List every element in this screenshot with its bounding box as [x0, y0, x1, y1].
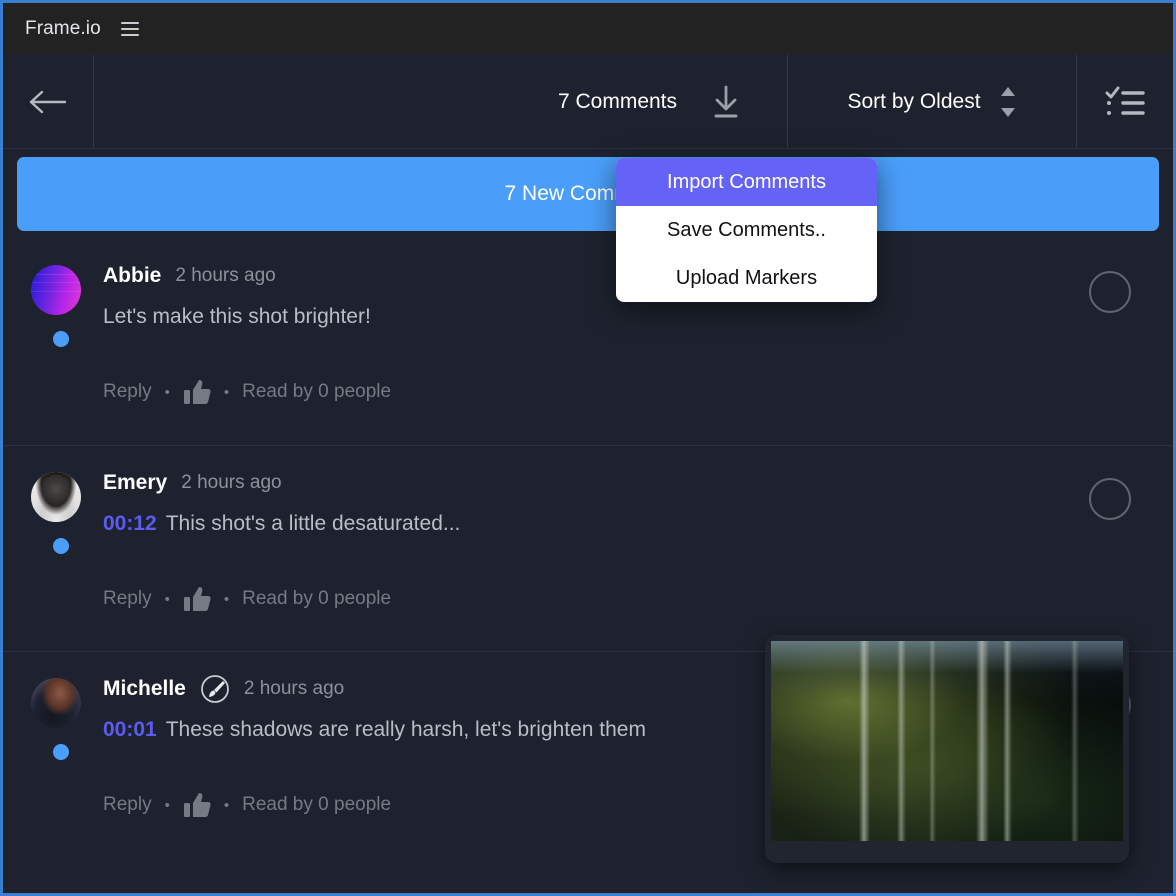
avatar	[31, 678, 81, 728]
export-dropdown-menu: Import Comments Save Comments.. Upload M…	[616, 158, 877, 302]
comment-video-timestamp[interactable]: 00:12	[103, 512, 157, 535]
forest-frame-thumbnail[interactable]	[765, 635, 1129, 863]
reply-button[interactable]: Reply	[103, 381, 152, 403]
avatar	[31, 472, 81, 522]
unread-indicator-dot	[53, 538, 69, 554]
unread-indicator-dot	[53, 331, 69, 347]
back-button[interactable]	[3, 55, 93, 148]
reply-button[interactable]: Reply	[103, 794, 152, 816]
comment-item: Abbie 2 hours ago Let's make this shot b…	[3, 239, 1173, 445]
comment-actions: Reply • • Read by 0 people	[103, 586, 1063, 612]
comment-video-timestamp[interactable]: 00:01	[103, 718, 157, 741]
comment-time: 2 hours ago	[243, 678, 345, 699]
checklist-button[interactable]	[1077, 55, 1173, 148]
checklist-icon	[1105, 86, 1145, 115]
paintbrush-icon	[200, 675, 229, 703]
download-comments-button[interactable]	[711, 84, 741, 120]
comment-select-circle[interactable]	[1089, 271, 1131, 313]
action-separator: •	[223, 383, 230, 401]
action-separator: •	[223, 796, 230, 814]
comment-text: 00:12 This shot's a little desaturated...	[103, 512, 1063, 536]
comment-actions: Reply • • Read by 0 people	[103, 379, 1063, 405]
app-brand: Frame.io	[25, 18, 101, 39]
avatar	[31, 265, 81, 315]
back-arrow-icon	[29, 90, 67, 113]
download-icon	[714, 85, 738, 117]
reply-button[interactable]: Reply	[103, 588, 152, 610]
unread-indicator-dot	[53, 744, 69, 760]
comment-header: Abbie 2 hours ago	[103, 261, 1063, 291]
banner-container: 7 New Comments	[3, 149, 1173, 239]
comment-text: Let's make this shot brighter!	[103, 305, 1063, 329]
comment-select-circle[interactable]	[1089, 478, 1131, 520]
comments-count-label: 7 Comments	[557, 89, 678, 113]
comments-toolbar: 7 Comments Sort by Oldest	[3, 55, 1173, 149]
comment-header: Emery 2 hours ago	[103, 468, 1063, 498]
read-by-label: Read by 0 people	[242, 381, 392, 402]
comment-message: This shot's a little desaturated...	[165, 512, 461, 535]
comment-message: These shadows are really harsh, let's br…	[165, 718, 646, 741]
comment-message: Let's make this shot brighter!	[103, 305, 371, 328]
comment-time: 2 hours ago	[181, 472, 282, 493]
comment-time: 2 hours ago	[175, 265, 276, 286]
read-by-label: Read by 0 people	[242, 588, 392, 609]
titlebar: Frame.io	[3, 3, 1173, 55]
hamburger-icon[interactable]	[120, 22, 141, 36]
thumbs-up-icon[interactable]	[183, 379, 211, 405]
menu-item-upload-markers[interactable]: Upload Markers	[616, 254, 877, 302]
sort-selector[interactable]: Sort by Oldest	[788, 55, 1076, 148]
comment-author: Abbie	[103, 264, 162, 287]
comment-body: Abbie 2 hours ago Let's make this shot b…	[103, 261, 1063, 405]
action-separator: •	[223, 590, 230, 608]
read-by-label: Read by 0 people	[242, 794, 392, 815]
menu-item-import-comments[interactable]: Import Comments	[616, 158, 877, 206]
thumbs-up-icon[interactable]	[183, 586, 211, 612]
comment-body: Emery 2 hours ago 00:12 This shot's a lit…	[103, 468, 1063, 612]
new-comments-banner[interactable]: 7 New Comments	[17, 157, 1159, 231]
action-separator: •	[164, 590, 170, 608]
thumbnail-frame	[771, 641, 1123, 841]
comments-count-group: 7 Comments	[512, 55, 787, 148]
sort-label: Sort by Oldest	[847, 89, 981, 113]
thumbs-up-icon[interactable]	[183, 792, 211, 818]
comment-author: Michelle	[103, 677, 186, 700]
menu-item-save-comments[interactable]: Save Comments..	[616, 206, 877, 254]
comment-author: Emery	[103, 471, 168, 494]
action-separator: •	[164, 796, 170, 814]
comment-item: Emery 2 hours ago 00:12 This shot's a lit…	[3, 445, 1173, 651]
chevron-up-down-icon	[1000, 86, 1015, 117]
action-separator: •	[164, 383, 170, 401]
frameio-comments-window: Frame.io 7 Comments Sort by Oldest 7 New…	[0, 0, 1176, 896]
